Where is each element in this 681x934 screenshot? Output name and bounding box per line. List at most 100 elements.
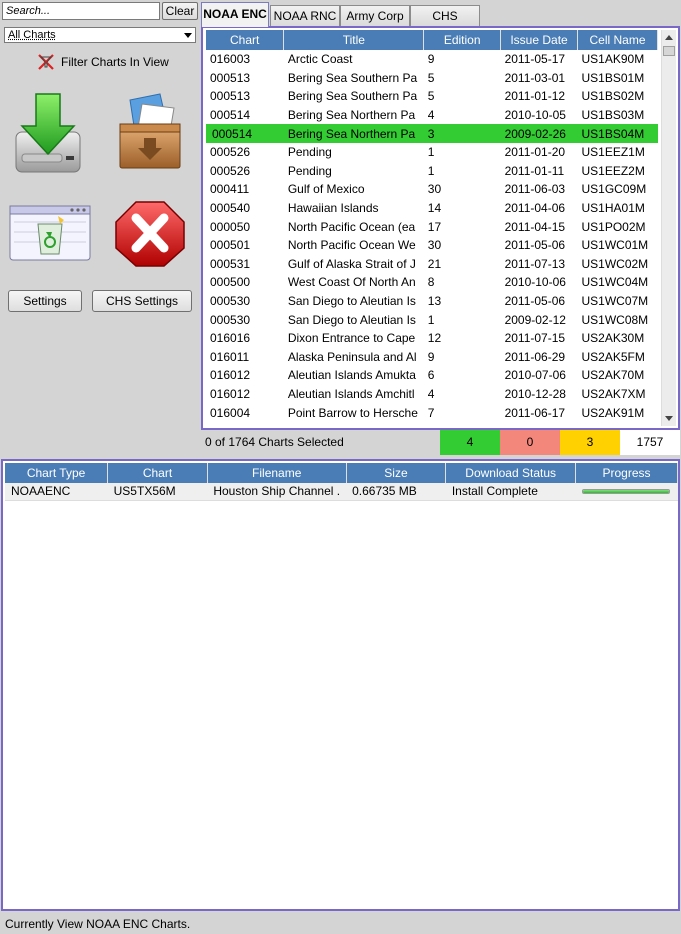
charts-scrollbar[interactable] (661, 30, 676, 426)
charts-table-header: Chart Title Edition Issue Date Cell Name (206, 30, 658, 50)
table-row[interactable]: 000411 Gulf of Mexico 30 2011-06-03 US1GC09M (206, 180, 658, 199)
cell-status: Install Complete (445, 483, 576, 501)
cell-chart-type: NOAAENC (5, 483, 108, 501)
cell-title: Alaska Peninsula and Al (287, 349, 417, 364)
table-row[interactable]: 016016 Dixon Entrance to Cape 12 2011-07-15… (206, 329, 658, 348)
cell-cell-name: US1WC07M (581, 294, 649, 309)
cell-issue-date: 2011-05-06 (504, 294, 566, 309)
tab-chs[interactable]: CHS (410, 5, 480, 26)
cell-edition: 14 (427, 201, 442, 216)
cell-edition: 5 (427, 70, 435, 85)
table-row[interactable]: 016004 Point Barrow to Hersche 7 2011-06-17… (206, 403, 658, 422)
count-pending: 3 (560, 430, 620, 455)
cell-title: Dixon Entrance to Cape (287, 331, 416, 346)
table-row[interactable]: 016003 Arctic Coast 9 2011-05-17 US1AK90M (206, 50, 658, 69)
column-header-download-status[interactable]: Download Status (445, 463, 576, 483)
scroll-thumb[interactable] (663, 46, 675, 56)
archive-button[interactable] (114, 90, 186, 178)
cell-issue-date: 2011-06-29 (504, 349, 566, 364)
cell-title: Gulf of Mexico (287, 182, 365, 197)
cell-cell-name: US1GC09M (581, 182, 647, 197)
column-header-chart-type[interactable]: Chart Type (5, 463, 109, 483)
cell-cell-name: US1BS01M (581, 70, 645, 85)
table-row[interactable]: 000501 North Pacific Ocean We 30 2011-05-06… (206, 236, 658, 255)
table-row[interactable]: 000530 San Diego to Aleutian Is 1 2009-02-1… (206, 310, 658, 329)
chs-settings-button[interactable]: CHS Settings (92, 290, 192, 312)
table-row[interactable]: 016011 Alaska Peninsula and Al 9 2011-06-29… (206, 348, 658, 367)
chevron-down-icon (184, 33, 192, 38)
table-row[interactable]: 000514 Bering Sea Northern Pa 4 2010-10-05 U… (206, 106, 658, 125)
cell-edition: 8 (427, 275, 435, 290)
cell-chart: 016003 (210, 52, 251, 67)
table-row[interactable]: 000513 Bering Sea Southern Pa 5 2011-01-12 U… (206, 87, 658, 106)
cell-title: West Coast Of North An (287, 275, 416, 290)
downloads-panel: Chart Type Chart Filename Size Download … (1, 459, 680, 911)
cell-chart: 000514 (210, 108, 251, 123)
cell-issue-date: 2011-05-17 (504, 52, 566, 67)
cell-title: San Diego to Aleutian Is (287, 294, 416, 309)
scroll-down-icon[interactable] (665, 416, 673, 421)
cell-edition: 17 (427, 219, 442, 234)
table-row[interactable]: 000514 Bering Sea Northern Pa 3 2009-02-26 U… (206, 124, 658, 143)
cell-cell-name: US1WC08M (581, 312, 649, 327)
cell-chart: 000530 (210, 294, 251, 309)
chart-filter-select[interactable]: All Charts (4, 27, 196, 43)
search-input[interactable] (2, 2, 160, 20)
cell-issue-date: 2009-02-26 (500, 124, 578, 143)
table-row[interactable]: 000526 Pending 1 2011-01-11 US1EEZ2M (206, 162, 658, 181)
column-header-title[interactable]: Title (283, 30, 425, 50)
column-header-filename[interactable]: Filename (207, 463, 347, 483)
cell-issue-date: 2011-01-12 (504, 89, 566, 104)
settings-button[interactable]: Settings (8, 290, 82, 312)
column-header-cell-name[interactable]: Cell Name (577, 30, 658, 50)
table-row[interactable]: NOAAENC US5TX56M Houston Ship Channel . 0.6… (5, 483, 678, 501)
column-header-size[interactable]: Size (346, 463, 447, 483)
cell-chart: 016012 (210, 386, 251, 401)
tab-noaa-rnc[interactable]: NOAA RNC (270, 5, 340, 26)
table-row[interactable]: 000531 Gulf of Alaska Strait of J 21 2011-0… (206, 255, 658, 274)
table-row[interactable]: 016012 Aleutian Islands Amukta 6 2010-07-06… (206, 366, 658, 385)
cell-title: Gulf of Alaska Strait of J (287, 256, 416, 271)
downloads-table: Chart Type Chart Filename Size Download … (5, 463, 679, 501)
cell-title: Bering Sea Southern Pa (287, 70, 418, 85)
table-row[interactable]: 016012 Aleutian Islands Amchitl 4 2010-12-2… (206, 385, 658, 404)
cell-filename: Houston Ship Channel . (207, 483, 347, 501)
cell-edition: 9 (427, 52, 435, 67)
column-header-edition[interactable]: Edition (423, 30, 502, 50)
download-button[interactable] (12, 90, 84, 178)
table-row[interactable]: 000530 San Diego to Aleutian Is 13 2011-05-… (206, 292, 658, 311)
filter-in-view-toggle[interactable]: Filter Charts In View (36, 52, 169, 72)
recycle-bin-button[interactable] (8, 202, 92, 264)
cell-cell-name: US2AK70M (581, 368, 645, 383)
recycle-bin-icon (9, 205, 91, 261)
tab-army-corp[interactable]: Army Corp (340, 5, 410, 26)
scroll-up-icon[interactable] (665, 35, 673, 40)
column-header-chart[interactable]: Chart (206, 30, 285, 50)
cell-cell-name: US2AK7XM (581, 386, 646, 401)
charts-table: Chart Title Edition Issue Date Cell Name… (206, 30, 658, 422)
column-header-progress[interactable]: Progress (575, 463, 679, 483)
cell-cell-name: US1WC04M (581, 275, 649, 290)
progress-fill (583, 489, 670, 493)
cell-title: Aleutian Islands Amchitl (287, 386, 415, 401)
cell-cell-name: US1AK90M (581, 52, 645, 67)
table-row[interactable]: 000513 Bering Sea Southern Pa 5 2011-03-01 U… (206, 69, 658, 88)
column-header-chart[interactable]: Chart (107, 463, 208, 483)
download-disk-icon (15, 93, 81, 173)
left-panel: Clear All Charts Filter Charts In View (0, 0, 200, 455)
table-row[interactable]: 000500 West Coast Of North An 8 2010-10-06 U… (206, 273, 658, 292)
cell-chart: 016012 (210, 368, 251, 383)
column-header-issue-date[interactable]: Issue Date (500, 30, 578, 50)
cell-chart: 000526 (210, 145, 251, 160)
cell-edition: 12 (427, 331, 442, 346)
cancel-button[interactable] (114, 200, 186, 288)
table-row[interactable]: 000540 Hawaiian Islands 14 2011-04-06 US1HA0… (206, 199, 658, 218)
table-row[interactable]: 000050 North Pacific Ocean (ea 17 2011-04-1… (206, 217, 658, 236)
clear-button[interactable]: Clear (162, 2, 198, 20)
cell-cell-name: US1PO02M (581, 219, 646, 234)
cell-edition: 7 (427, 405, 435, 420)
cell-chart: 000501 (210, 238, 251, 253)
table-row[interactable]: 000526 Pending 1 2011-01-20 US1EEZ1M (206, 143, 658, 162)
tab-noaa-enc[interactable]: NOAA ENC (201, 2, 269, 27)
chart-filter-value: All Charts (8, 29, 56, 41)
